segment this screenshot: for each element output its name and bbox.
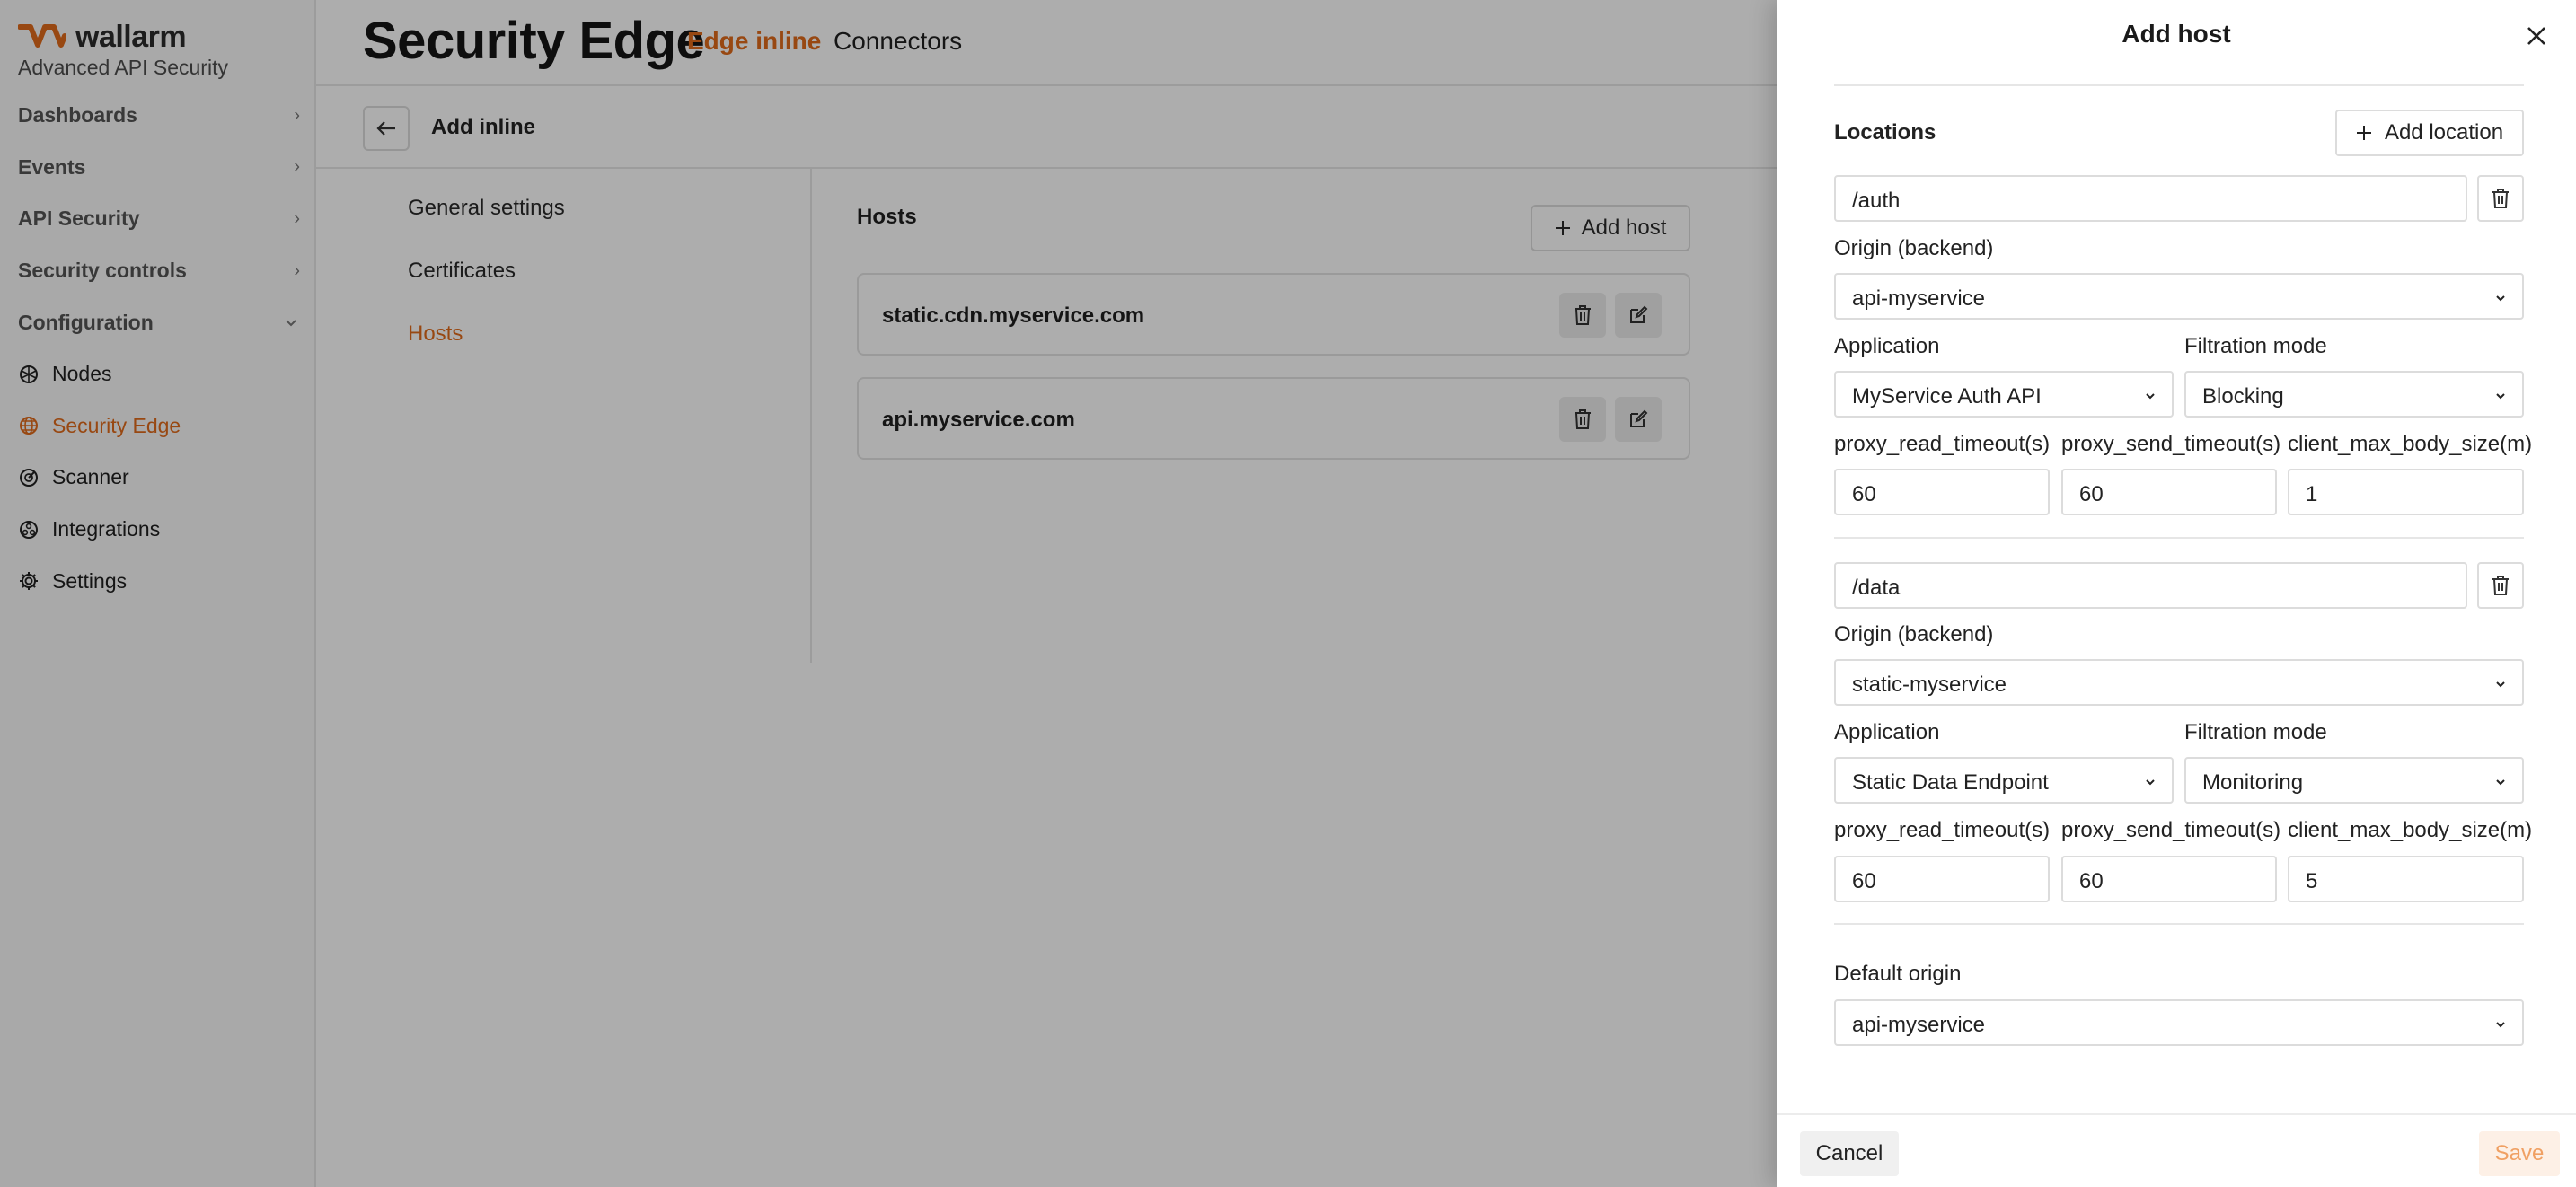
location-path-input[interactable]: /data xyxy=(1834,562,2467,609)
drawer-footer: Cancel Save xyxy=(1777,1113,2576,1187)
filtration-mode-select[interactable]: Blocking xyxy=(2184,371,2524,418)
default-origin-label: Default origin xyxy=(1834,962,1962,986)
origin-select[interactable]: static-myservice xyxy=(1834,659,2524,706)
proxy-read-label: proxy_read_timeout(s) xyxy=(1834,432,2051,456)
application-select[interactable]: Static Data Endpoint xyxy=(1834,757,2174,804)
chevron-down-icon xyxy=(2496,393,2505,400)
chevron-down-icon xyxy=(2496,1022,2505,1028)
drawer-title: Add host xyxy=(2122,20,2231,48)
client-max-body-size-input[interactable]: 1 xyxy=(2288,469,2524,515)
application-value: MyService Auth API xyxy=(1852,384,2042,409)
divider xyxy=(1834,84,2524,86)
client-max-body-value: 5 xyxy=(2306,869,2318,893)
add-location-label: Add location xyxy=(2384,120,2504,145)
proxy-read-value: 60 xyxy=(1852,482,1876,506)
proxy-read-timeout-input[interactable]: 60 xyxy=(1834,469,2050,515)
chevron-down-icon xyxy=(2146,393,2155,400)
location-path-value: /auth xyxy=(1852,189,1901,213)
divider xyxy=(1834,537,2524,539)
proxy-read-timeout-input[interactable]: 60 xyxy=(1834,856,2050,902)
delete-location-button[interactable] xyxy=(2477,175,2524,222)
client-max-body-size-input[interactable]: 5 xyxy=(2288,856,2524,902)
proxy-send-label: proxy_send_timeout(s) xyxy=(2061,432,2281,456)
locations-label: Locations xyxy=(1834,120,1936,145)
origin-label: Origin (backend) xyxy=(1834,236,1994,260)
client-max-body-label: client_max_body_size(m) xyxy=(2288,818,2533,842)
proxy-read-value: 60 xyxy=(1852,869,1876,893)
location-path-value: /data xyxy=(1852,576,1901,600)
save-button[interactable]: Save xyxy=(2479,1131,2560,1176)
filtration-mode-select[interactable]: Monitoring xyxy=(2184,757,2524,804)
chevron-down-icon xyxy=(2496,681,2505,688)
proxy-send-timeout-input[interactable]: 60 xyxy=(2061,856,2277,902)
origin-value: static-myservice xyxy=(1852,673,2007,697)
proxy-send-timeout-input[interactable]: 60 xyxy=(2061,469,2277,515)
origin-select[interactable]: api-myservice xyxy=(1834,273,2524,320)
cancel-button[interactable]: Cancel xyxy=(1800,1131,1899,1176)
proxy-send-value: 60 xyxy=(2079,869,2104,893)
chevron-down-icon xyxy=(2496,779,2505,786)
plus-icon xyxy=(2356,126,2371,140)
origin-value: api-myservice xyxy=(1852,286,1986,311)
client-max-body-label: client_max_body_size(m) xyxy=(2288,432,2533,456)
modal-backdrop[interactable] xyxy=(0,0,1777,1187)
proxy-send-value: 60 xyxy=(2079,482,2104,506)
chevron-down-icon xyxy=(2496,295,2505,302)
delete-location-button[interactable] xyxy=(2477,562,2524,609)
filtration-mode-label: Filtration mode xyxy=(2184,720,2327,744)
proxy-read-label: proxy_read_timeout(s) xyxy=(1834,818,2051,842)
application-label: Application xyxy=(1834,334,1940,358)
chevron-down-icon xyxy=(2146,779,2155,786)
close-icon xyxy=(2527,27,2545,45)
trash-icon xyxy=(2492,189,2509,208)
default-origin-select[interactable]: api-myservice xyxy=(1834,999,2524,1046)
filtration-mode-value: Blocking xyxy=(2202,384,2284,409)
filtration-mode-value: Monitoring xyxy=(2202,770,2304,795)
add-host-drawer: Add host Locations Add location /auth Or… xyxy=(1777,0,2576,1187)
filtration-mode-label: Filtration mode xyxy=(2184,334,2327,358)
close-button[interactable] xyxy=(2519,18,2554,54)
divider xyxy=(1834,923,2524,925)
client-max-body-value: 1 xyxy=(2306,482,2318,506)
proxy-send-label: proxy_send_timeout(s) xyxy=(2061,818,2281,842)
application-select[interactable]: MyService Auth API xyxy=(1834,371,2174,418)
location-path-input[interactable]: /auth xyxy=(1834,175,2467,222)
add-location-button[interactable]: Add location xyxy=(2335,110,2524,156)
application-label: Application xyxy=(1834,720,1940,744)
origin-label: Origin (backend) xyxy=(1834,622,1994,646)
default-origin-value: api-myservice xyxy=(1852,1013,1986,1037)
trash-icon xyxy=(2492,576,2509,595)
application-value: Static Data Endpoint xyxy=(1852,770,2049,795)
